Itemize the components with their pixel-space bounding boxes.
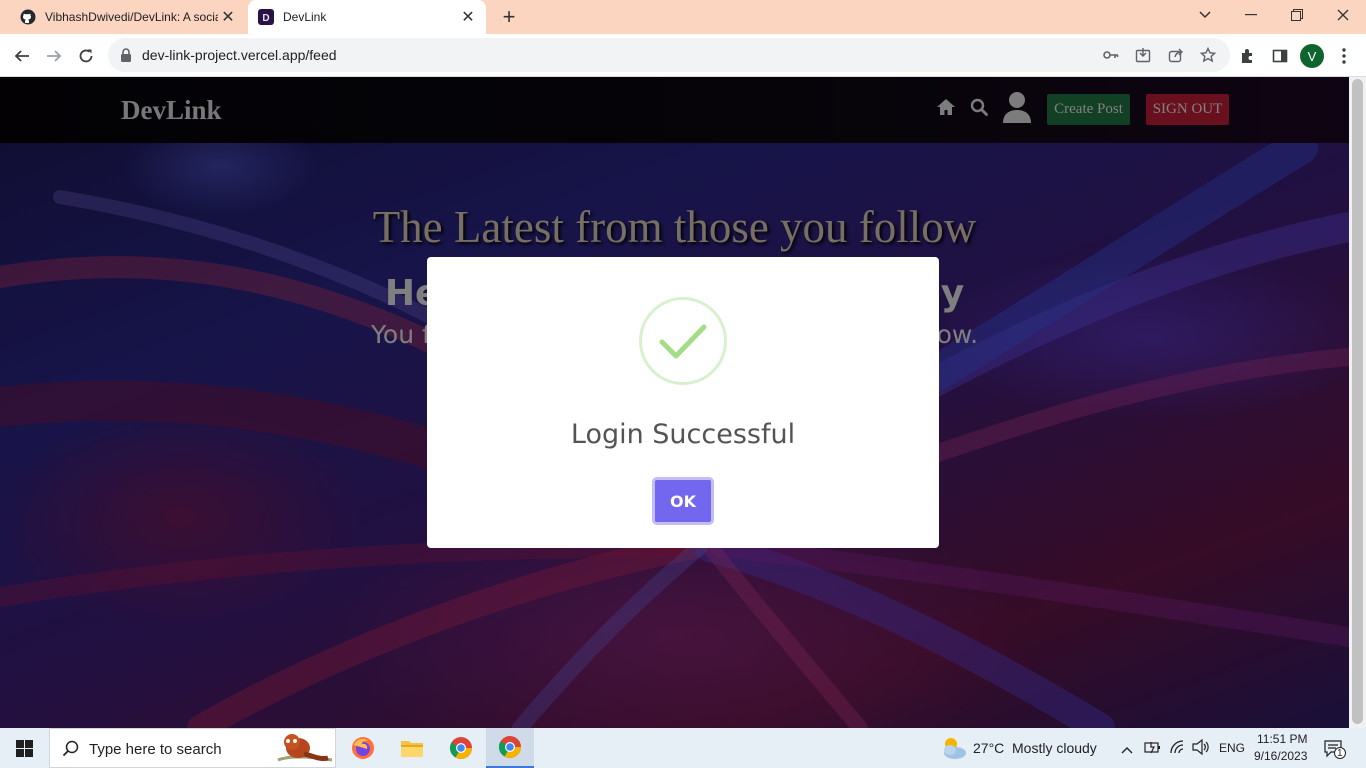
bookmark-star-icon[interactable] [1199, 46, 1217, 64]
devlink-icon: D [258, 9, 274, 25]
tab-search-icon[interactable] [1182, 0, 1228, 30]
tab-github[interactable]: VibhashDwivedi/DevLink: A socia ✕ [10, 0, 246, 34]
close-window-button[interactable] [1320, 0, 1366, 30]
side-panel-icon[interactable] [1266, 42, 1294, 70]
dialog-title: Login Successful [570, 419, 796, 450]
forward-button[interactable] [40, 42, 68, 70]
clock-time[interactable]: 11:51 PM [1257, 732, 1307, 746]
search-placeholder: Type here to search [89, 741, 222, 758]
back-button[interactable] [8, 42, 36, 70]
install-icon[interactable] [1134, 46, 1152, 64]
search-icon [62, 740, 79, 762]
wifi-icon[interactable] [1169, 739, 1187, 760]
menu-kebab-icon[interactable] [1330, 42, 1358, 70]
key-icon[interactable] [1102, 46, 1120, 64]
chevron-up-icon[interactable] [1121, 741, 1133, 759]
weather-desc[interactable]: Mostly cloudy [1012, 740, 1097, 756]
browser-tabstrip: VibhashDwivedi/DevLink: A socia ✕ D DevL… [0, 0, 1366, 34]
battery-icon[interactable] [1144, 739, 1162, 760]
address-bar[interactable]: dev-link-project.vercel.app/feed [108, 38, 1230, 72]
share-icon[interactable] [1167, 46, 1185, 64]
reload-button[interactable] [72, 42, 100, 70]
tab-devlink[interactable]: D DevLink ✕ [248, 0, 486, 34]
close-tab-icon[interactable]: ✕ [218, 7, 238, 27]
restore-button[interactable] [1274, 0, 1320, 30]
weather-temp[interactable]: 27°C [973, 740, 1004, 756]
firefox-icon[interactable] [339, 728, 387, 768]
windows-logo-icon [15, 739, 33, 757]
ok-button[interactable]: OK [652, 477, 714, 525]
new-tab-button[interactable]: + [497, 4, 521, 29]
page-viewport: DevLink Create Post SIGN OUT The Latest … [0, 77, 1349, 728]
login-success-dialog: Login Successful OK [427, 257, 939, 548]
search-highlight-red-panda-icon [268, 730, 334, 766]
tab-title: VibhashDwivedi/DevLink: A socia [45, 10, 218, 24]
success-check-icon [639, 297, 727, 385]
browser-toolbar: dev-link-project.vercel.app/feed V [0, 34, 1366, 77]
lock-icon [120, 48, 132, 67]
close-tab-icon[interactable]: ✕ [458, 7, 478, 27]
file-explorer-icon[interactable] [388, 728, 436, 768]
tab-title: DevLink [283, 10, 327, 24]
profile-avatar[interactable]: V [1300, 44, 1324, 68]
windows-taskbar: Type here to search 27°C Mostly cloudy E… [0, 728, 1366, 768]
page-scrollbar[interactable] [1349, 77, 1366, 728]
scrollbar-thumb[interactable] [1352, 79, 1363, 724]
extensions-icon[interactable] [1234, 42, 1262, 70]
chrome-icon[interactable] [437, 728, 485, 768]
url-text: dev-link-project.vercel.app/feed [142, 47, 337, 63]
clock-date[interactable]: 9/16/2023 [1254, 749, 1307, 763]
language-indicator[interactable]: ENG [1219, 741, 1245, 755]
volume-icon[interactable] [1192, 738, 1210, 760]
github-icon [20, 9, 36, 25]
windows-start-button[interactable] [0, 728, 48, 768]
weather-cloud-icon[interactable] [940, 735, 968, 766]
chrome-active-icon[interactable] [486, 728, 534, 768]
svg-text:D: D [262, 13, 269, 24]
taskbar-search-box[interactable]: Type here to search [49, 728, 336, 768]
notification-count: 1 [1337, 748, 1343, 759]
minimize-button[interactable] [1228, 0, 1274, 30]
